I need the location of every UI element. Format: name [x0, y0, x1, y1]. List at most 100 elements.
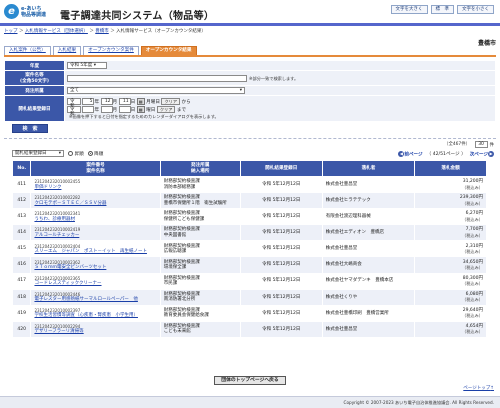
sort-field-select[interactable]: 開札結果登録日 ▾ [12, 150, 64, 157]
to-clear-button[interactable]: クリア [156, 105, 176, 113]
row-no: 417 [11, 272, 32, 290]
table-row: 411 231204232010002455 単価ドリンク 財務部契約検査課 消防本部総… [11, 175, 487, 194]
date-note: ※画像を押下すると日付を指定するためのカレンダーダイアログを表示します。 [69, 113, 219, 119]
font-standard-button[interactable]: 標 準 [430, 5, 454, 14]
footer: Copyright © 2007-2023 あいち電子自治体推進協議会. All… [0, 396, 500, 408]
case-name-link[interactable]: アルコールチェッカー [34, 233, 156, 238]
delivery-place: 消防本部総務課 [163, 184, 196, 190]
row-case: 231204232010002341 うちわ、診療用器材 [30, 208, 161, 226]
sort-field-value: 開札結果登録日 [15, 151, 47, 156]
case-name-input[interactable] [67, 74, 247, 82]
prev-page-link[interactable]: ◀前ページ [398, 151, 423, 158]
date-from-row: 令和 5年 12月 11日 ▦ 月曜日 クリア から [67, 97, 493, 109]
page-indicator: （ 42/51ページ ） [426, 152, 466, 158]
font-large-button[interactable]: 文字を大きく [390, 5, 428, 14]
org-select[interactable]: 全て ▾ [67, 87, 245, 94]
row-date: 令和 5年12月12日 [239, 256, 323, 274]
delivery-place: 市民課 [163, 281, 178, 287]
table-row: 416 231204232010002362 ＳＴｏｍｍ電安全ピンバーツセット 財務部… [11, 256, 487, 274]
row-amount: 31,200円 （税込み） [414, 175, 487, 194]
to-suffix: まで [176, 107, 187, 113]
row-amount: 7,700円 （税込み） [414, 224, 487, 242]
row-org: 財務部契約検査課 広報広聴課 [159, 240, 241, 258]
tab-bid-results[interactable]: 入札結果 [52, 46, 82, 55]
row-case: 231204232010002397 学校生活習慣等調査（心疾患・腎疾患 小学生用… [30, 304, 161, 322]
case-name-link[interactable]: 学校生活習慣等調査（心疾患・腎疾患 小学生用） [34, 313, 156, 318]
row-case: 231204232010002446 電子レスター用感熱紙サーマルロールペーパー … [30, 288, 161, 306]
tax-note: （税込み） [462, 281, 483, 287]
case-name-link[interactable]: コードレススティッククリーナー [34, 281, 156, 286]
search-button[interactable]: 検 索 [12, 124, 48, 133]
row-org: 財務部契約検査課 環境保全課 [159, 256, 241, 274]
pager: ◀前ページ （ 42/51ページ ） 次ページ▶ [398, 151, 494, 158]
to-era-select[interactable]: 令和 [67, 105, 81, 117]
sort-desc-option[interactable]: 降順 [87, 150, 103, 157]
next-page-link[interactable]: 次ページ▶ [470, 151, 494, 158]
year-select-value: 令和 5年度 [70, 63, 93, 68]
tax-note: （税込み） [462, 297, 483, 303]
logo-text: e-あいち 物品等調達 [21, 6, 46, 18]
case-name-link[interactable]: クロモテポ－ＳＴＥＣ／ＳＳＶ分器 [34, 201, 156, 206]
tab-underline [4, 55, 496, 57]
tab-open-counter-results[interactable]: オープンカウンタ結果 [140, 46, 197, 55]
breadcrumb-top[interactable]: トップ [4, 29, 18, 34]
calendar-icon[interactable]: ▦ [136, 97, 145, 105]
row-case: 231204232010002419 アルコールチェッカー [30, 224, 161, 242]
col-no: No. [11, 160, 32, 177]
row-no: 414 [11, 224, 32, 242]
row-amount: 4,654円 （税込み） [414, 320, 487, 338]
year-select[interactable]: 令和 5年度 ▾ [67, 62, 107, 69]
per-page-select[interactable]: 30 件 [475, 141, 494, 148]
tab-bid-notices[interactable]: 入札案件（公告） [4, 46, 51, 55]
case-name-link[interactable]: デザリーフラーリ清掃等 [34, 329, 156, 334]
row-winner: 株式会社大嶋商会 [321, 256, 416, 274]
delivery-place: 豊橋市保健所１階 衛生試験所 [163, 200, 227, 206]
row-org: 財務部契約検査課 教育委員会保健給食課 [159, 304, 241, 322]
row-org: 財務部契約検査課 こども未来館 [159, 320, 241, 338]
row-winner: 有限会社渡辺理科器械 [321, 208, 416, 226]
back-to-org-top-button[interactable]: 団体のトップページへ戻る [214, 376, 286, 385]
page-top-link[interactable]: ページトップ↑ [463, 385, 494, 391]
table-row: 414 231204232010002419 アルコールチェッカー 財務部契約検査課中… [11, 224, 487, 242]
case-name-link[interactable]: ＳＴｏｍｍ電安全ピンバーツセット [34, 265, 156, 270]
font-small-button[interactable]: 文字を小さく [457, 5, 494, 14]
row-date: 令和 5年12月12日 [239, 208, 323, 226]
row-case: 231204232010002365 コードレススティッククリーナー [30, 272, 161, 290]
case-name-link[interactable]: 電子レスター用感熱紙サーマルロールペーパー 他 [34, 297, 156, 302]
case-name-link[interactable]: スリーエム ジャパン ポスト－イット 再生紙ノート [34, 249, 156, 254]
from-day-input[interactable]: 11 [118, 97, 131, 105]
to-month-input[interactable] [100, 105, 113, 113]
row-winner: 株式会社豊昌堂 [321, 320, 416, 338]
font-size-controls: 文字を大きく 標 準 文字を小さく [390, 5, 494, 14]
row-winner: 株式会社エディオン 豊橋店 [321, 224, 416, 242]
calendar-icon[interactable]: ▦ [136, 105, 145, 113]
breadcrumb-org-select[interactable]: 入札情報サービス（団体選択） [25, 29, 88, 34]
next-arrow-icon: ▶ [488, 151, 494, 157]
to-year-unit: 年 [94, 107, 100, 113]
breadcrumb-city[interactable]: 豊橋市 [95, 29, 109, 34]
breadcrumb-current: 入札情報サービス（オープンカウンタ結果） [116, 29, 206, 34]
site-logo[interactable]: e e-あいち 物品等調達 [4, 4, 46, 19]
from-clear-button[interactable]: クリア [161, 97, 181, 105]
from-suffix: から [181, 99, 191, 105]
tab-open-counter-cases[interactable]: オープンカウンタ案件 [83, 46, 139, 55]
to-day-input[interactable] [118, 105, 131, 113]
org-select-value: 全て [70, 88, 79, 93]
table-row: 413 231204232010002341 うちわ、診療用器材 財務部契約検査課 保健… [11, 208, 487, 226]
case-name-link[interactable]: うちわ、診療用器材 [34, 217, 156, 222]
case-name-link[interactable]: 単価ドリンク [34, 185, 156, 190]
from-month-input[interactable]: 12 [100, 97, 113, 105]
row-date: 令和 5年12月12日 [239, 304, 323, 322]
row-case: 231204232010002362 ＳＴｏｍｍ電安全ピンバーツセット [30, 256, 161, 274]
sort-controls: 開札結果登録日 ▾ 昇順 降順 [12, 150, 103, 157]
col-winner: 落札者 [321, 160, 416, 177]
to-year-input[interactable] [82, 105, 95, 113]
radio-asc[interactable] [68, 150, 73, 156]
sort-asc-option[interactable]: 昇順 [68, 150, 84, 157]
from-era-select[interactable]: 令和 [67, 97, 81, 109]
delivery-place: 環境保全課 [163, 265, 187, 271]
region-name: 豊橋市 [477, 40, 496, 47]
from-year-input[interactable]: 5 [82, 97, 95, 105]
radio-desc[interactable] [87, 150, 93, 156]
row-winner: 株式会社くりや [321, 288, 416, 306]
